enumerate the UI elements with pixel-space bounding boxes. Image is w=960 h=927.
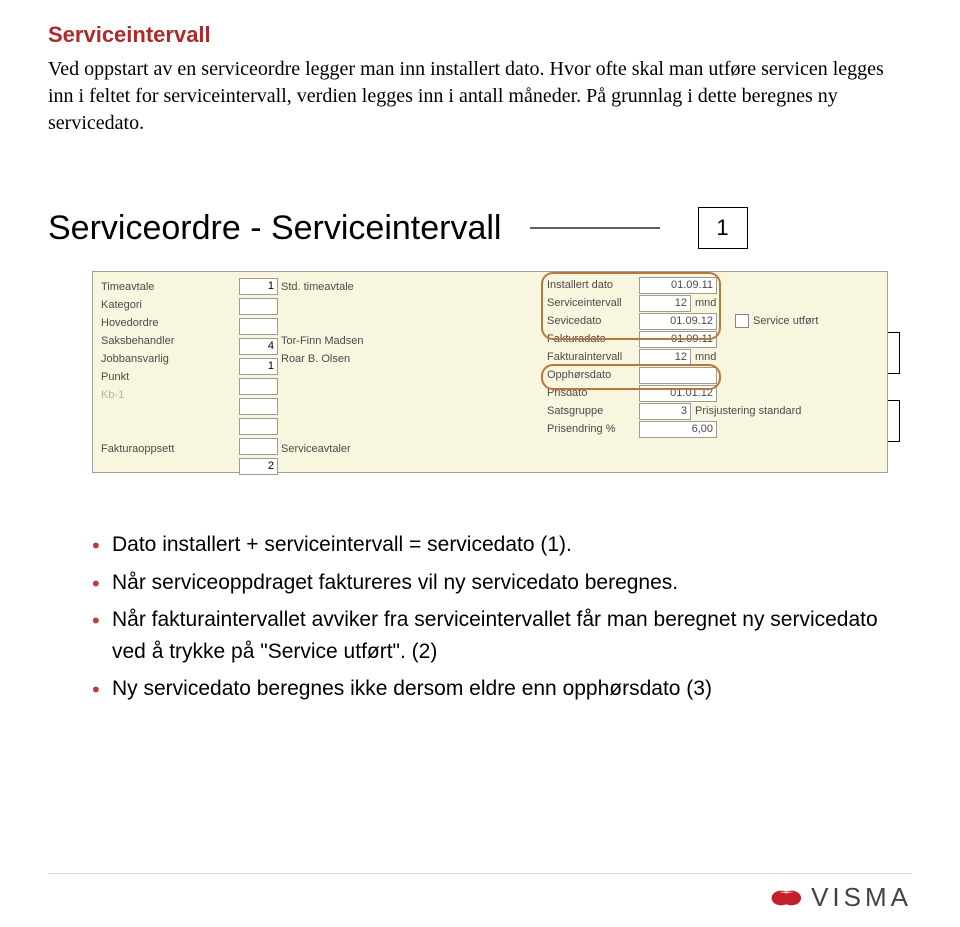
field-label: Prisendring % [547,423,639,435]
form-value-text: Tor-Finn Madsen [281,332,411,350]
field-input[interactable]: 6,00 [639,421,717,438]
field-input[interactable]: 12 [639,349,691,366]
form-num-input[interactable]: 1 [239,358,278,375]
form-value-text [281,296,411,314]
form-num-input[interactable] [239,298,278,315]
highlight-opphorsdato [541,364,721,390]
form-label: Jobbansvarlig [101,350,235,368]
app-form-screenshot: TimeavtaleKategoriHovedordreSaksbehandle… [92,271,888,473]
bullet-4: Ny servicedato beregnes ikke dersom eldr… [92,673,912,705]
field-input[interactable]: 3 [639,403,691,420]
field-suffix: Prisjustering standard [695,405,801,417]
field-label: Fakturaintervall [547,351,639,363]
form-label: Saksbehandler [101,332,235,350]
form-value-text: Std. timeavtale [281,278,411,296]
form-num-input[interactable] [239,378,278,395]
form-label [101,422,235,440]
form-num-input[interactable]: 1 [239,278,278,295]
form-value-text [281,386,411,404]
form-num-input[interactable] [239,398,278,415]
page-footer: VISMA [48,873,912,913]
page-title: Serviceintervall [48,22,912,48]
field-suffix: mnd [695,351,716,363]
form-value-text [281,368,411,386]
visma-logo-text: VISMA [811,882,912,913]
form-label [101,404,235,422]
form-value-text: Serviceavtaler [281,440,411,458]
form-num-input[interactable] [239,438,278,455]
form-label: Timeavtale [101,278,235,296]
highlight-interval-block [541,272,721,340]
callout-1: 1 [698,207,748,249]
bullet-3: Når fakturaintervallet avviker fra servi… [92,604,912,667]
form-label: Fakturaoppsett [101,440,235,458]
form-value-text [281,314,411,332]
visma-logo: VISMA [771,882,912,913]
form-field-row: Prisendring %6,00 [547,420,917,438]
bullet-2: Når serviceoppdraget faktureres vil ny s… [92,567,912,599]
intro-paragraph: Ved oppstart av en serviceordre legger m… [48,56,908,137]
form-num-input[interactable] [239,418,278,435]
slide-title: Serviceordre - Serviceintervall [48,209,502,248]
checkbox-label: Service utført [753,315,818,327]
checkbox-icon[interactable] [735,314,749,328]
form-num-input[interactable]: 2 [239,458,278,475]
form-value-text: Roar B. Olsen [281,350,411,368]
form-label: Kategori [101,296,235,314]
form-label: Punkt [101,368,235,386]
visma-logo-icon [771,886,805,910]
bullet-1: Dato installert + serviceintervall = ser… [92,529,912,561]
form-label: Hovedordre [101,314,235,332]
form-num-input[interactable]: 4 [239,338,278,355]
form-num-input[interactable] [239,318,278,335]
form-value-text [281,404,411,422]
form-field-row: Satsgruppe3 Prisjustering standard [547,402,917,420]
form-value-text [281,422,411,440]
form-label: Kb-1 [101,386,235,404]
field-label: Satsgruppe [547,405,639,417]
